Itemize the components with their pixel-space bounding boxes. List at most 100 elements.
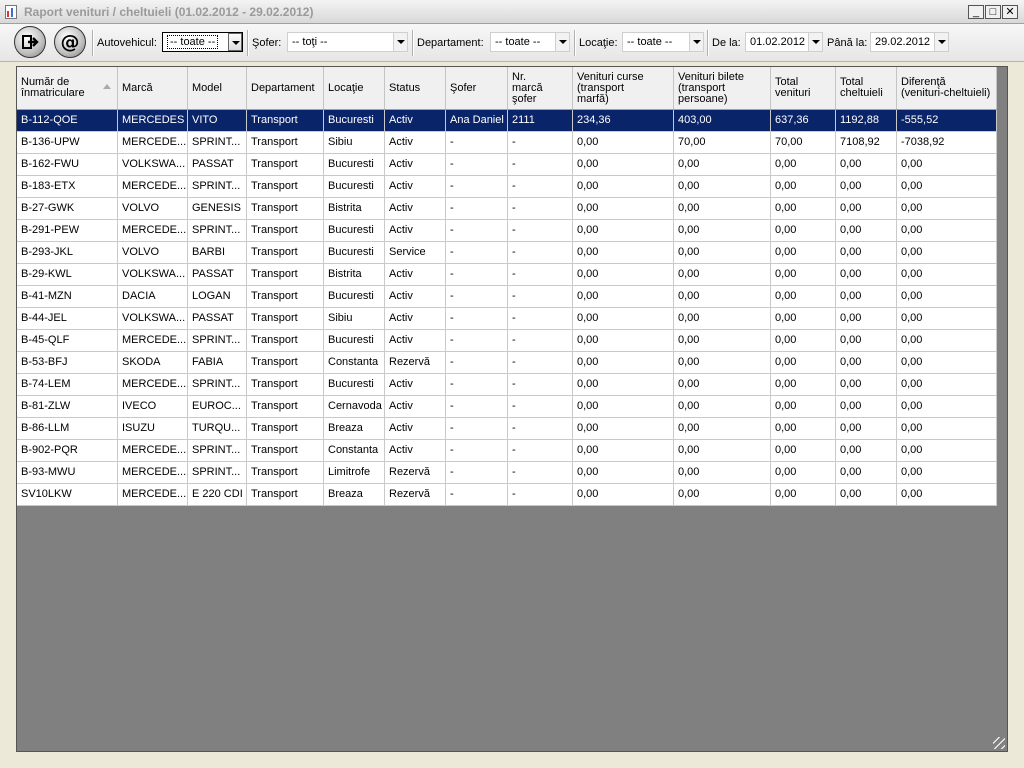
- table-row[interactable]: B-902-PQR MERCEDE... SPRINT... Transport Con…: [17, 440, 997, 462]
- cell-departament: Transport: [247, 308, 324, 330]
- table-row[interactable]: B-136-UPW MERCEDE... SPRINT... Transport Sib…: [17, 132, 997, 154]
- table-row[interactable]: B-93-MWU MERCEDE... SPRINT... Transport Limi…: [17, 462, 997, 484]
- column-header-total-cheltuieli[interactable]: Total cheltuieli: [836, 67, 897, 109]
- filter-toolbar: @ Autovehicul: -- toate -- Şofer: -- toţ…: [0, 24, 1024, 62]
- column-header-departament[interactable]: Departament: [247, 67, 324, 109]
- sofer-select[interactable]: -- toţi --: [287, 32, 408, 52]
- cell-total-cheltuieli: 0,00: [836, 154, 897, 176]
- column-header-locatie[interactable]: Locaţie: [324, 67, 385, 109]
- report-app-icon: [5, 5, 17, 19]
- cell-locatie: Bucuresti: [324, 220, 385, 242]
- table-row[interactable]: B-29-KWL VOLKSWA... PASSAT Transport Bistrit…: [17, 264, 997, 286]
- table-row[interactable]: B-74-LEM MERCEDE... SPRINT... Transport Bucu…: [17, 374, 997, 396]
- column-header-venituri-curse[interactable]: Venituri curse (transport marfă): [573, 67, 674, 109]
- column-header-sofer[interactable]: Şofer: [446, 67, 508, 109]
- cell-model: SPRINT...: [188, 176, 247, 198]
- cell-plate: B-53-BFJ: [17, 352, 118, 374]
- chevron-down-icon[interactable]: [934, 33, 948, 51]
- column-header-status[interactable]: Status: [385, 67, 446, 109]
- cell-plate: B-44-JEL: [17, 308, 118, 330]
- cell-sofer: -: [446, 396, 508, 418]
- table-row[interactable]: B-41-MZN DACIA LOGAN Transport Bucuresti Acti…: [17, 286, 997, 308]
- cell-venituri-curse: 0,00: [573, 286, 674, 308]
- chevron-down-icon[interactable]: [228, 33, 242, 51]
- cell-venituri-curse: 234,36: [573, 110, 674, 132]
- cell-nr-marca-sofer: -: [508, 308, 573, 330]
- cell-total-venituri: 0,00: [771, 242, 836, 264]
- table-row[interactable]: B-291-PEW MERCEDE... SPRINT... Transport Buc…: [17, 220, 997, 242]
- autovehicul-select[interactable]: -- toate --: [162, 32, 243, 52]
- cell-locatie: Bucuresti: [324, 154, 385, 176]
- cell-plate: B-293-JKL: [17, 242, 118, 264]
- cell-total-cheltuieli: 0,00: [836, 308, 897, 330]
- de-la-date-picker[interactable]: 01.02.2012: [745, 32, 823, 52]
- window-title: Raport venituri / cheltuieli (01.02.2012…: [24, 5, 314, 19]
- table-row[interactable]: B-183-ETX MERCEDE... SPRINT... Transport Buc…: [17, 176, 997, 198]
- close-button[interactable]: ✕: [1002, 5, 1018, 19]
- cell-diferenta: 0,00: [897, 484, 997, 506]
- column-header-nr-marca-sofer[interactable]: Nr. marcă şofer: [508, 67, 573, 109]
- cell-model: PASSAT: [188, 308, 247, 330]
- email-button[interactable]: @: [54, 26, 86, 58]
- minimize-button[interactable]: _: [968, 5, 984, 19]
- locatie-select[interactable]: -- toate --: [622, 32, 704, 52]
- cell-status: Activ: [385, 110, 446, 132]
- table-row[interactable]: B-53-BFJ SKODA FABIA Transport Constanta Reze…: [17, 352, 997, 374]
- chevron-down-icon[interactable]: [555, 33, 569, 51]
- cell-venituri-bilete: 0,00: [674, 396, 771, 418]
- column-header-label: Total cheltuieli: [840, 76, 883, 99]
- column-header-total-venituri[interactable]: Total venituri: [771, 67, 836, 109]
- cell-model: BARBI: [188, 242, 247, 264]
- cell-venituri-curse: 0,00: [573, 330, 674, 352]
- table-row[interactable]: B-44-JEL VOLKSWA... PASSAT Transport Sibiu Ac…: [17, 308, 997, 330]
- resize-grip-icon[interactable]: [993, 737, 1005, 749]
- cell-total-venituri: 0,00: [771, 352, 836, 374]
- column-header-marca[interactable]: Marcă: [118, 67, 188, 109]
- cell-venituri-bilete: 0,00: [674, 176, 771, 198]
- table-row[interactable]: B-86-LLM ISUZU TURQU... Transport Breaza Acti…: [17, 418, 997, 440]
- cell-marca: SKODA: [118, 352, 188, 374]
- cell-nr-marca-sofer: -: [508, 132, 573, 154]
- cell-status: Rezervă: [385, 462, 446, 484]
- departament-select[interactable]: -- toate --: [490, 32, 570, 52]
- table-row[interactable]: B-45-QLF MERCEDE... SPRINT... Transport Bucu…: [17, 330, 997, 352]
- table-row[interactable]: SV10LKW MERCEDE... E 220 CDI Transport Breaz…: [17, 484, 997, 506]
- table-row[interactable]: B-293-JKL VOLVO BARBI Transport Bucuresti Ser…: [17, 242, 997, 264]
- pana-la-date-picker[interactable]: 29.02.2012: [870, 32, 949, 52]
- exit-button[interactable]: [14, 26, 46, 58]
- cell-marca: MERCEDE...: [118, 374, 188, 396]
- table-row[interactable]: B-81-ZLW IVECO EUROC... Transport Cernavoda A…: [17, 396, 997, 418]
- column-header-plate[interactable]: Număr de înmatriculare: [17, 67, 118, 109]
- locatie-value: -- toate --: [627, 36, 673, 48]
- column-header-diferenta[interactable]: Diferenţă (venituri-cheltuieli): [897, 67, 997, 109]
- maximize-button[interactable]: □: [985, 5, 1001, 19]
- chevron-down-icon[interactable]: [808, 33, 822, 51]
- cell-diferenta: 0,00: [897, 418, 997, 440]
- column-header-label: Total venituri: [775, 76, 811, 99]
- column-header-label: Model: [192, 81, 222, 94]
- cell-venituri-curse: 0,00: [573, 352, 674, 374]
- chevron-down-icon[interactable]: [393, 33, 407, 51]
- table-row[interactable]: B-162-FWU VOLKSWA... PASSAT Transport Bucure…: [17, 154, 997, 176]
- column-header-label: Locaţie: [328, 81, 364, 94]
- column-header-venituri-bilete[interactable]: Venituri bilete (transport persoane): [674, 67, 771, 109]
- cell-total-venituri: 0,00: [771, 154, 836, 176]
- cell-sofer: -: [446, 484, 508, 506]
- table-row[interactable]: B-27-GWK VOLVO GENESIS Transport Bistrita Act…: [17, 198, 997, 220]
- cell-status: Rezervă: [385, 484, 446, 506]
- departament-label: Departament:: [417, 37, 484, 49]
- cell-departament: Transport: [247, 242, 324, 264]
- cell-venituri-bilete: 0,00: [674, 462, 771, 484]
- cell-departament: Transport: [247, 110, 324, 132]
- cell-locatie: Constanta: [324, 440, 385, 462]
- column-header-model[interactable]: Model: [188, 67, 247, 109]
- cell-diferenta: 0,00: [897, 396, 997, 418]
- cell-total-cheltuieli: 0,00: [836, 374, 897, 396]
- table-row[interactable]: B-112-QOE MERCEDES VITO Transport Bucuresti A…: [17, 110, 997, 132]
- report-grid[interactable]: Număr de înmatriculare Marcă Model Departam…: [16, 66, 1008, 752]
- chevron-down-icon[interactable]: [689, 33, 703, 51]
- toolbar-separator: [247, 30, 249, 56]
- cell-total-cheltuieli: 0,00: [836, 418, 897, 440]
- cell-venituri-bilete: 0,00: [674, 484, 771, 506]
- cell-plate: SV10LKW: [17, 484, 118, 506]
